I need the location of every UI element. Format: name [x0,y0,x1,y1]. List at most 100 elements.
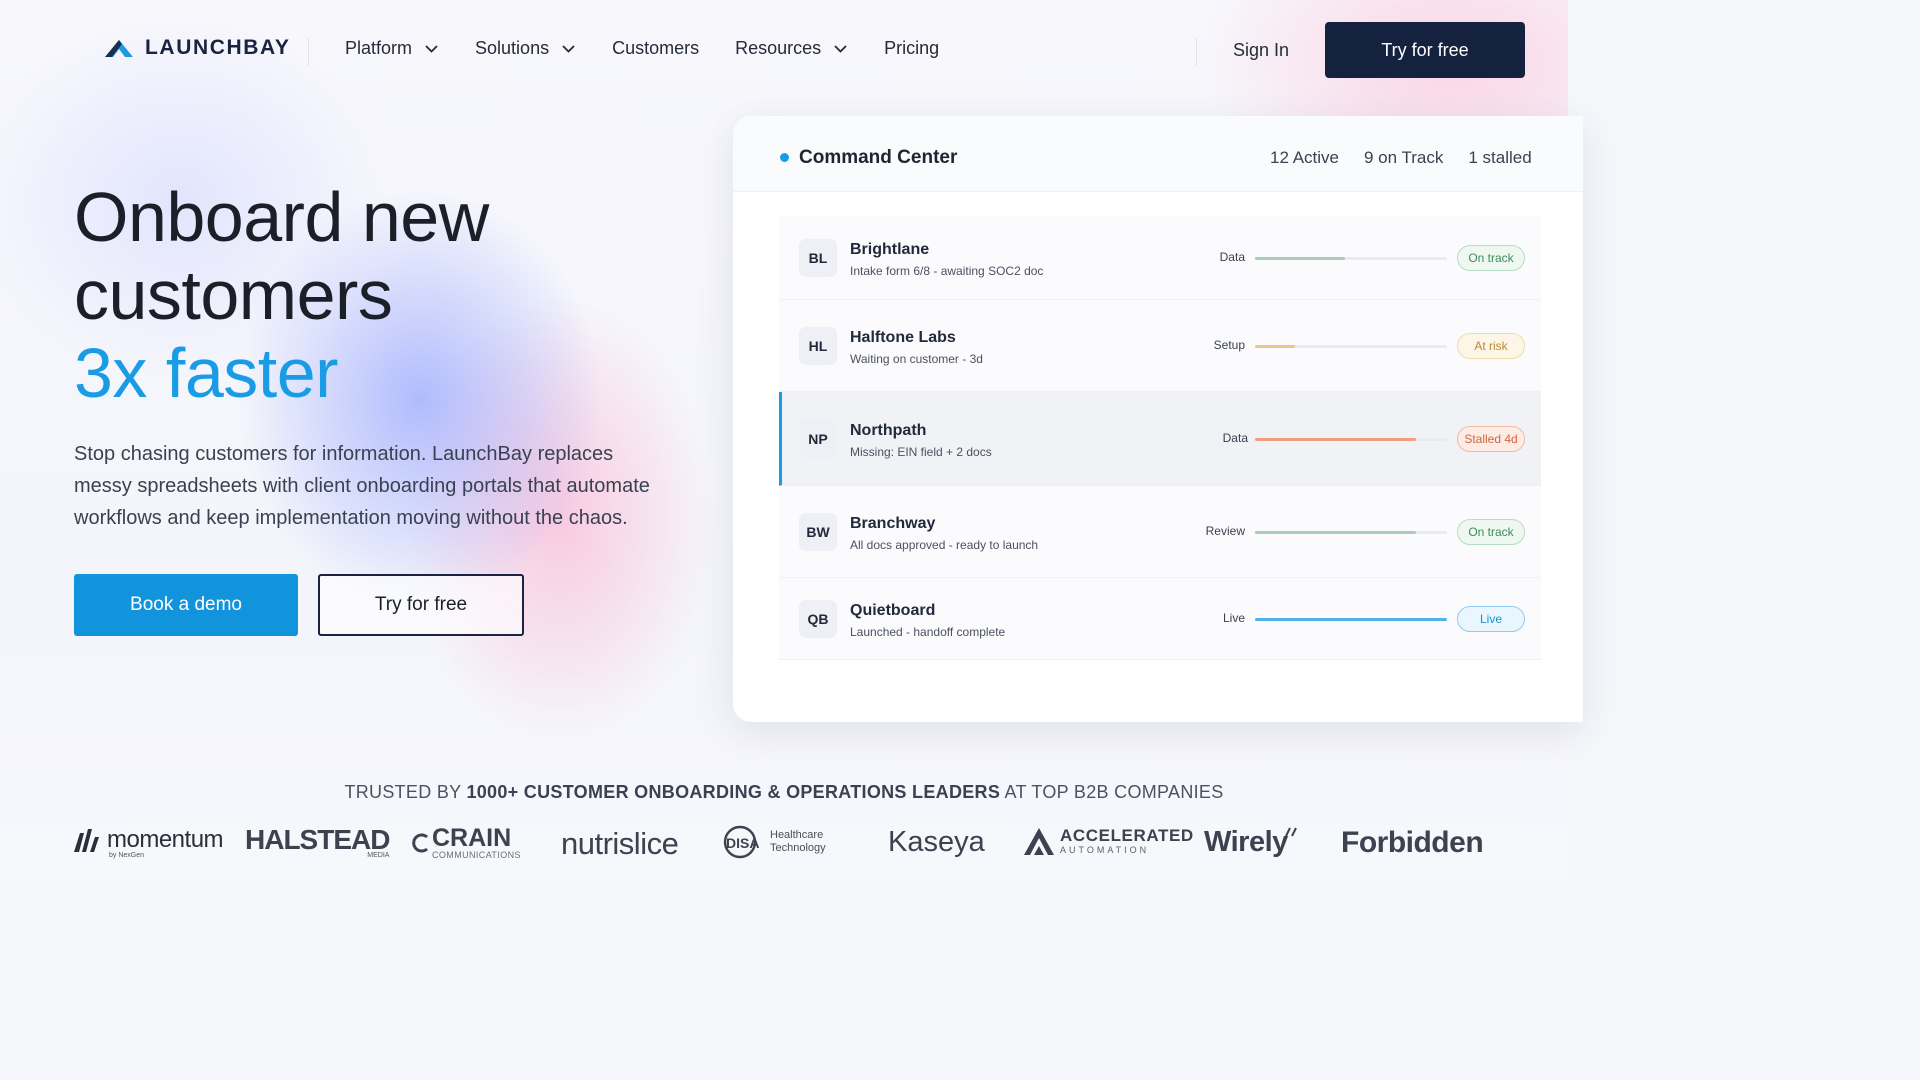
hero-title-line: customers [74,256,393,334]
progress-fill [1255,257,1346,260]
customer-name: Northpath [850,422,927,439]
top-navigation: LAUNCHBAY Platform Solutions Customers R… [0,14,1568,86]
progress-track [1255,618,1447,621]
stat-active: 12 Active [1270,148,1339,167]
book-demo-button[interactable]: Book a demo [74,574,298,636]
stage-label: Data [1222,431,1248,445]
logo-halstead-name: HALSTEAD [245,824,390,855]
accelerated-mark-icon [1024,828,1054,855]
hero-actions: Book a demo Try for free [74,574,674,636]
customer-name: Halftone Labs [850,329,956,346]
nav-item-solutions[interactable]: Solutions [475,38,576,59]
nav-item-label: Customers [612,38,700,58]
logo-wirely: Wirely [1204,826,1300,859]
customer-row[interactable]: NP Northpath Missing: EIN field + 2 docs Da… [779,392,1541,486]
logo-crain-name: CRAIN [432,824,512,852]
momentum-mark-icon [74,829,99,852]
status-badge: Live [1457,606,1525,632]
logo-crain: CRAIN COMMUNICATIONS [410,826,521,860]
customer-subtitle: Waiting on customer - 3d [850,352,983,366]
logo-disa-sub2: Technology [770,842,826,854]
customer-row[interactable]: BW Branchway All docs approved - ready to … [779,486,1541,578]
trusted-suffix: AT TOP B2B COMPANIES [1004,782,1224,802]
customer-logos: momentum by NexGen HALSTEAD MEDIA CRAIN … [0,818,1568,878]
customer-name: Branchway [850,515,936,532]
launchbay-logo-icon [105,40,133,57]
customer-avatar: NP [799,420,837,458]
hero-section: Onboard new customers 3x faster Stop cha… [74,178,674,636]
sign-in-link[interactable]: Sign In [1233,40,1289,61]
status-badge: Stalled 4d [1457,426,1525,452]
nav-item-resources[interactable]: Resources [735,38,848,59]
logo-momentum-sub: by NexGen [109,852,145,859]
customer-subtitle: All docs approved - ready to launch [850,538,1039,552]
try-for-free-button[interactable]: Try for free [318,574,524,636]
chevron-down-icon [425,45,438,53]
customer-avatar: QB [799,600,837,638]
disa-mark-icon: DISA [723,825,759,859]
stat-on-track: 9 on Track [1364,148,1444,167]
status-dot-icon [780,153,789,162]
chevron-down-icon [562,45,575,53]
status-badge: On track [1457,519,1525,545]
crain-mark-icon [412,833,428,853]
logo-forbidden: Forbidden [1341,826,1484,860]
logo-accelerated-name: ACCELERATED [1060,826,1194,845]
progress-fill [1255,345,1296,348]
customer-subtitle: Intake form 6/8 - awaiting SOC2 doc [850,264,1044,278]
stage-label: Data [1219,250,1245,264]
logo-forbidden-name: Forbidden [1341,826,1484,859]
nav-item-pricing[interactable]: Pricing [884,38,939,59]
try-for-free-nav-button[interactable]: Try for free [1325,22,1525,78]
nav-item-customers[interactable]: Customers [612,38,699,59]
logo-crain-sub: COMMUNICATIONS [432,850,521,860]
customer-row[interactable]: HL Halftone Labs Waiting on customer - 3d S… [779,300,1541,392]
customer-row[interactable]: QB Quietboard Launched - handoff complete L… [779,578,1541,660]
brand-logo[interactable]: LAUNCHBAY [103,36,290,60]
progress-fill [1255,618,1447,621]
trusted-highlight: 1000+ CUSTOMER ONBOARDING & OPERATIONS L… [466,782,1001,802]
progress-track [1255,531,1447,534]
customer-subtitle: Launched - handoff complete [850,625,1006,639]
status-badge: On track [1457,245,1525,271]
brand-name: LAUNCHBAY [145,36,291,59]
customer-name: Quietboard [850,602,936,619]
stage-label: Review [1205,524,1245,538]
customer-avatar: BL [799,239,837,277]
nav-item-label: Platform [345,38,413,58]
nav-item-label: Resources [735,38,822,58]
logo-momentum: momentum by NexGen [73,826,224,859]
trusted-by-banner: TRUSTED BY 1000+ CUSTOMER ONBOARDING & O… [0,782,1568,803]
nav-item-label: Pricing [884,38,940,58]
logo-accelerated-sub: AUTOMATION [1060,845,1150,855]
nav-item-label: Solutions [475,38,550,58]
stage-label: Setup [1213,338,1245,352]
hero-title-accent: 3x faster [74,334,338,412]
logo-halstead-sub: MEDIA [367,852,390,859]
logo-wirely-name: Wirely [1204,826,1288,858]
nav-divider [1196,38,1197,66]
customer-subtitle: Missing: EIN field + 2 docs [850,445,992,459]
logo-halstead: HALSTEAD MEDIA [245,824,390,860]
logo-nutrislice: nutrislice [561,826,679,862]
logo-kaseya-name: Kaseya [888,826,985,858]
nav-links: Platform Solutions Customers Resources P… [345,38,939,59]
progress-track [1255,438,1447,441]
customer-name: Brightlane [850,241,930,258]
customer-row[interactable]: BL Brightlane Intake form 6/8 - awaiting S… [779,216,1541,300]
wirely-spark-icon [1284,827,1297,836]
customer-avatar: HL [799,327,837,365]
hero-description: Stop chasing customers for information. … [74,443,650,529]
logo-nutrislice-name: nutrislice [561,826,679,861]
nav-item-platform[interactable]: Platform [345,38,439,59]
chevron-down-icon [834,45,847,53]
progress-fill [1255,438,1417,441]
progress-fill [1255,531,1417,534]
status-badge: At risk [1457,333,1525,359]
logo-kaseya: Kaseya [888,826,985,859]
stat-stalled: 1 stalled [1468,148,1532,167]
hero-title-line: Onboard new [74,178,489,256]
stage-label: Live [1222,611,1245,625]
logo-accelerated-automation: ACCELERATED AUTOMATION [1022,826,1194,856]
command-center-stats: 12 Active 9 on Track 1 stalled [1270,148,1532,168]
